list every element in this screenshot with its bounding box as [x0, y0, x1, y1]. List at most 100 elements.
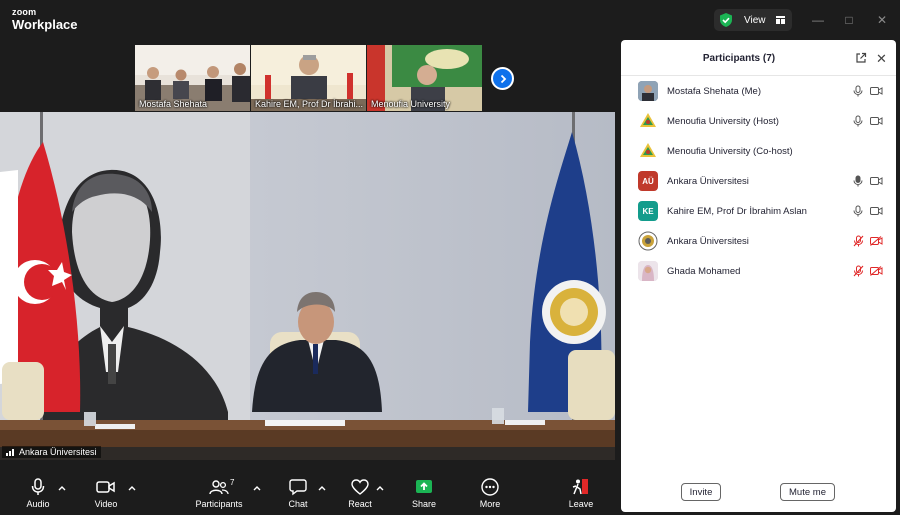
participant-row[interactable]: Ghada Mohamed: [621, 257, 896, 287]
avatar: [638, 111, 658, 131]
speaker-video-feed: [0, 112, 615, 460]
popout-icon[interactable]: [855, 52, 867, 64]
speaker-name-label: Ankara Üniversitesi: [2, 446, 101, 458]
next-page-button[interactable]: [491, 67, 514, 90]
logo-line2: Workplace: [12, 17, 78, 32]
user-photo: [638, 81, 658, 101]
university-seal-icon: [638, 231, 658, 251]
view-button[interactable]: View: [714, 9, 792, 31]
audio-options-caret[interactable]: [57, 484, 67, 492]
more-dots-icon: [481, 478, 499, 496]
microphone-muted-icon[interactable]: [853, 265, 864, 277]
avatar: [638, 231, 658, 251]
chat-button[interactable]: Chat: [282, 478, 314, 509]
university-logo-icon: [640, 143, 656, 157]
leave-label: Leave: [568, 499, 594, 509]
microphone-icon: [31, 478, 45, 495]
participant-row[interactable]: Menoufia University (Co-host): [621, 137, 896, 167]
video-camera-icon: [96, 481, 115, 493]
participant-name: Kahire EM, Prof Dr İbrahim Aslan: [667, 206, 807, 217]
close-window-button[interactable]: ✕: [872, 10, 892, 30]
avatar: [638, 261, 658, 281]
grid-icon: [775, 16, 785, 24]
view-label: View: [744, 14, 766, 26]
participants-label: Participants: [195, 499, 243, 509]
react-options-caret[interactable]: [375, 484, 385, 492]
react-label: React: [348, 499, 372, 509]
thumbnail-menoufia[interactable]: Menoufia University: [367, 45, 482, 111]
thumbnail-name: Kahire EM, Prof Dr İbrahi...: [255, 99, 364, 109]
logo-line1: zoom: [12, 7, 37, 17]
share-label: Share: [411, 499, 437, 509]
share-button[interactable]: Share: [408, 478, 440, 509]
university-logo-icon: [640, 113, 656, 127]
heart-icon: [351, 479, 369, 495]
video-button[interactable]: Video: [88, 478, 124, 509]
video-camera-icon[interactable]: [870, 176, 883, 186]
maximize-button[interactable]: □: [839, 10, 859, 30]
participants-count: 7: [230, 478, 235, 487]
chat-label: Chat: [288, 499, 308, 509]
thumbnail-mostafa[interactable]: Mostafa Shehata: [135, 45, 250, 111]
mute-me-button[interactable]: Mute me: [780, 483, 835, 501]
speaker-name: Ankara Üniversitesi: [19, 447, 97, 457]
video-camera-icon[interactable]: [870, 86, 883, 96]
participant-name: Mostafa Shehata (Me): [667, 86, 761, 97]
react-button[interactable]: React: [343, 478, 377, 509]
participant-name: Ghada Mohamed: [667, 266, 741, 277]
share-screen-icon: [416, 480, 432, 493]
participant-row[interactable]: Menoufia University (Host): [621, 107, 896, 137]
participant-row[interactable]: KE Kahire EM, Prof Dr İbrahim Aslan: [621, 197, 896, 227]
participant-row[interactable]: Mostafa Shehata (Me): [621, 77, 896, 107]
participants-panel-title: Participants (7): [702, 53, 776, 64]
main-video[interactable]: Ankara Üniversitesi: [0, 112, 615, 460]
thumbnail-kahire[interactable]: Kahire EM, Prof Dr İbrahi...: [251, 45, 366, 111]
video-camera-icon[interactable]: [870, 116, 883, 126]
participants-panel: Participants (7) ✕ Mostafa Shehata (Me): [621, 40, 896, 512]
thumbnail-strip: Mostafa Shehata Kahire EM, Prof Dr İbrah…: [135, 45, 482, 111]
audio-button[interactable]: Audio: [20, 478, 56, 509]
close-panel-icon[interactable]: ✕: [876, 51, 887, 67]
participant-name: Menoufia University (Host): [667, 116, 779, 127]
participants-options-caret[interactable]: [252, 484, 262, 492]
participant-name: Menoufia University (Co-host): [667, 146, 793, 157]
video-off-icon[interactable]: [870, 236, 883, 246]
chat-bubble-icon: [289, 479, 307, 496]
video-off-icon[interactable]: [870, 266, 883, 276]
avatar: KE: [638, 201, 658, 221]
user-photo: [638, 261, 658, 281]
invite-button[interactable]: Invite: [681, 483, 721, 501]
more-button[interactable]: More: [474, 478, 506, 509]
video-options-caret[interactable]: [127, 484, 137, 492]
thumbnail-name: Mostafa Shehata: [139, 99, 208, 109]
microphone-muted-icon[interactable]: [853, 235, 864, 247]
video-camera-icon[interactable]: [870, 206, 883, 216]
zoom-window: zoom Workplace View — □ ✕ Mostafa Shehat…: [0, 0, 900, 515]
participants-button[interactable]: 7 Participants: [192, 478, 246, 509]
zoom-logo: zoom Workplace: [12, 7, 78, 32]
thumbnail-name: Menoufia University: [371, 99, 451, 109]
microphone-icon[interactable]: [853, 115, 863, 127]
more-label: More: [479, 499, 501, 509]
participant-row[interactable]: AÜ Ankara Üniversitesi: [621, 167, 896, 197]
green-shield-icon: [720, 13, 732, 27]
participant-row[interactable]: Ankara Üniversitesi: [621, 227, 896, 257]
leave-button[interactable]: Leave: [565, 478, 597, 509]
minimize-button[interactable]: —: [808, 10, 828, 30]
title-bar: zoom Workplace View — □ ✕: [0, 0, 900, 38]
avatar: [638, 141, 658, 161]
participant-name: Ankara Üniversitesi: [667, 236, 749, 247]
microphone-icon[interactable]: [853, 175, 863, 187]
signal-icon: [6, 449, 14, 456]
microphone-icon[interactable]: [853, 205, 863, 217]
participants-list: Mostafa Shehata (Me) Menoufia University…: [621, 77, 896, 287]
leave-door-icon: [572, 479, 588, 495]
microphone-icon[interactable]: [853, 85, 863, 97]
video-label: Video: [94, 499, 118, 509]
chat-options-caret[interactable]: [317, 484, 327, 492]
avatar: AÜ: [638, 171, 658, 191]
participant-name: Ankara Üniversitesi: [667, 176, 749, 187]
participants-icon: [209, 480, 229, 495]
participants-panel-header: Participants (7) ✕: [621, 40, 896, 76]
avatar: [638, 81, 658, 101]
